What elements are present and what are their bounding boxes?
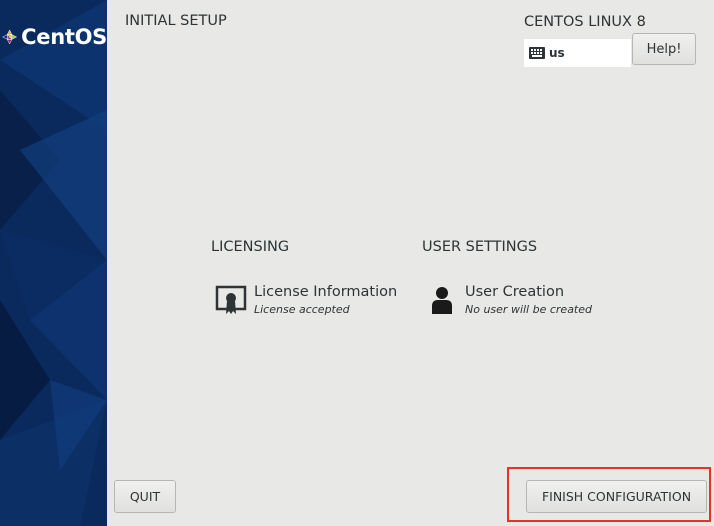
centos-logo: CentOS <box>0 20 107 54</box>
keyboard-layout-label: us <box>549 46 565 60</box>
keyboard-icon <box>529 47 545 59</box>
sidebar-background <box>0 0 107 526</box>
product-title: CENTOS LINUX 8 <box>524 14 646 30</box>
section-heading-licensing: LICENSING <box>211 239 290 255</box>
spoke-license-information[interactable]: License Information License accepted <box>214 283 397 317</box>
page-title: INITIAL SETUP <box>125 13 227 29</box>
spoke-status: No user will be created <box>465 303 592 316</box>
spoke-title: License Information <box>254 284 398 300</box>
spoke-status: License accepted <box>254 303 350 316</box>
centos-logo-icon <box>2 29 18 45</box>
spoke-title: User Creation <box>465 284 565 300</box>
user-icon <box>425 283 459 317</box>
license-certificate-icon <box>214 283 248 317</box>
help-button[interactable]: Help! <box>632 33 696 65</box>
sidebar: CentOS <box>0 0 107 526</box>
spoke-user-creation[interactable]: User Creation No user will be created <box>425 283 592 317</box>
section-heading-user-settings: USER SETTINGS <box>422 239 538 255</box>
finish-configuration-button[interactable]: FINISH CONFIGURATION <box>526 480 707 513</box>
quit-button[interactable]: QUIT <box>114 480 176 513</box>
keyboard-layout-indicator[interactable]: us <box>524 39 631 67</box>
logo-text: CentOS <box>21 25 107 49</box>
